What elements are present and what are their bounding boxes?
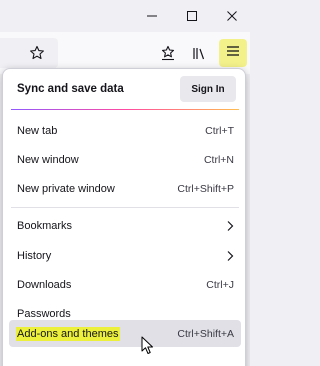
menu-item-label: Add-ons and themes (16, 326, 120, 341)
menu-item-label: Downloads (17, 278, 72, 291)
star-icon[interactable] (24, 40, 50, 66)
menu-item-history[interactable]: History (9, 242, 241, 269)
menu-item-label: New private window (17, 182, 115, 195)
menu-item-shortcut: Ctrl+Shift+A (177, 327, 234, 340)
sync-divider (11, 109, 239, 110)
menu-item-bookmarks[interactable]: Bookmarks (9, 212, 241, 239)
chevron-right-icon (226, 220, 234, 232)
sync-row: Sync and save data Sign In (3, 73, 245, 107)
hamburger-icon (226, 44, 240, 62)
menu-item-new-window[interactable]: New window Ctrl+N (9, 146, 241, 173)
title-bar (0, 0, 250, 32)
app-menu-panel: Sync and save data Sign In New tab Ctrl+… (2, 68, 246, 366)
menu-item-label: Bookmarks (17, 219, 73, 232)
maximize-icon[interactable] (180, 5, 204, 27)
menu-item-label: History (17, 249, 52, 262)
menu-item-label: Passwords (17, 307, 71, 320)
menu-item-new-private-window[interactable]: New private window Ctrl+Shift+P (9, 175, 241, 202)
menu-item-new-tab[interactable]: New tab Ctrl+T (9, 117, 241, 144)
app-menu-button[interactable] (219, 39, 247, 67)
menu-item-label: New tab (17, 124, 58, 137)
menu-item-shortcut: Ctrl+J (206, 278, 234, 291)
menu-item-add-ons-and-themes[interactable]: Add-ons and themes Ctrl+Shift+A (9, 320, 241, 347)
browser-window: Sync and save data Sign In New tab Ctrl+… (0, 0, 250, 366)
close-icon[interactable] (220, 5, 244, 27)
save-to-pocket-icon[interactable] (155, 40, 181, 66)
sign-in-button[interactable]: Sign In (180, 76, 236, 102)
mouse-pointer-icon (141, 336, 155, 356)
menu-item-shortcut: Ctrl+Shift+P (177, 182, 234, 195)
menu-divider (11, 207, 239, 208)
library-icon[interactable] (186, 40, 212, 66)
chevron-right-icon (226, 250, 234, 262)
menu-item-label: New window (17, 153, 79, 166)
sync-label: Sync and save data (17, 83, 124, 95)
menu-item-shortcut: Ctrl+N (203, 153, 234, 166)
minimize-icon[interactable] (140, 5, 164, 27)
menu-item-shortcut: Ctrl+T (205, 124, 234, 137)
menu-item-downloads[interactable]: Downloads Ctrl+J (9, 271, 241, 298)
